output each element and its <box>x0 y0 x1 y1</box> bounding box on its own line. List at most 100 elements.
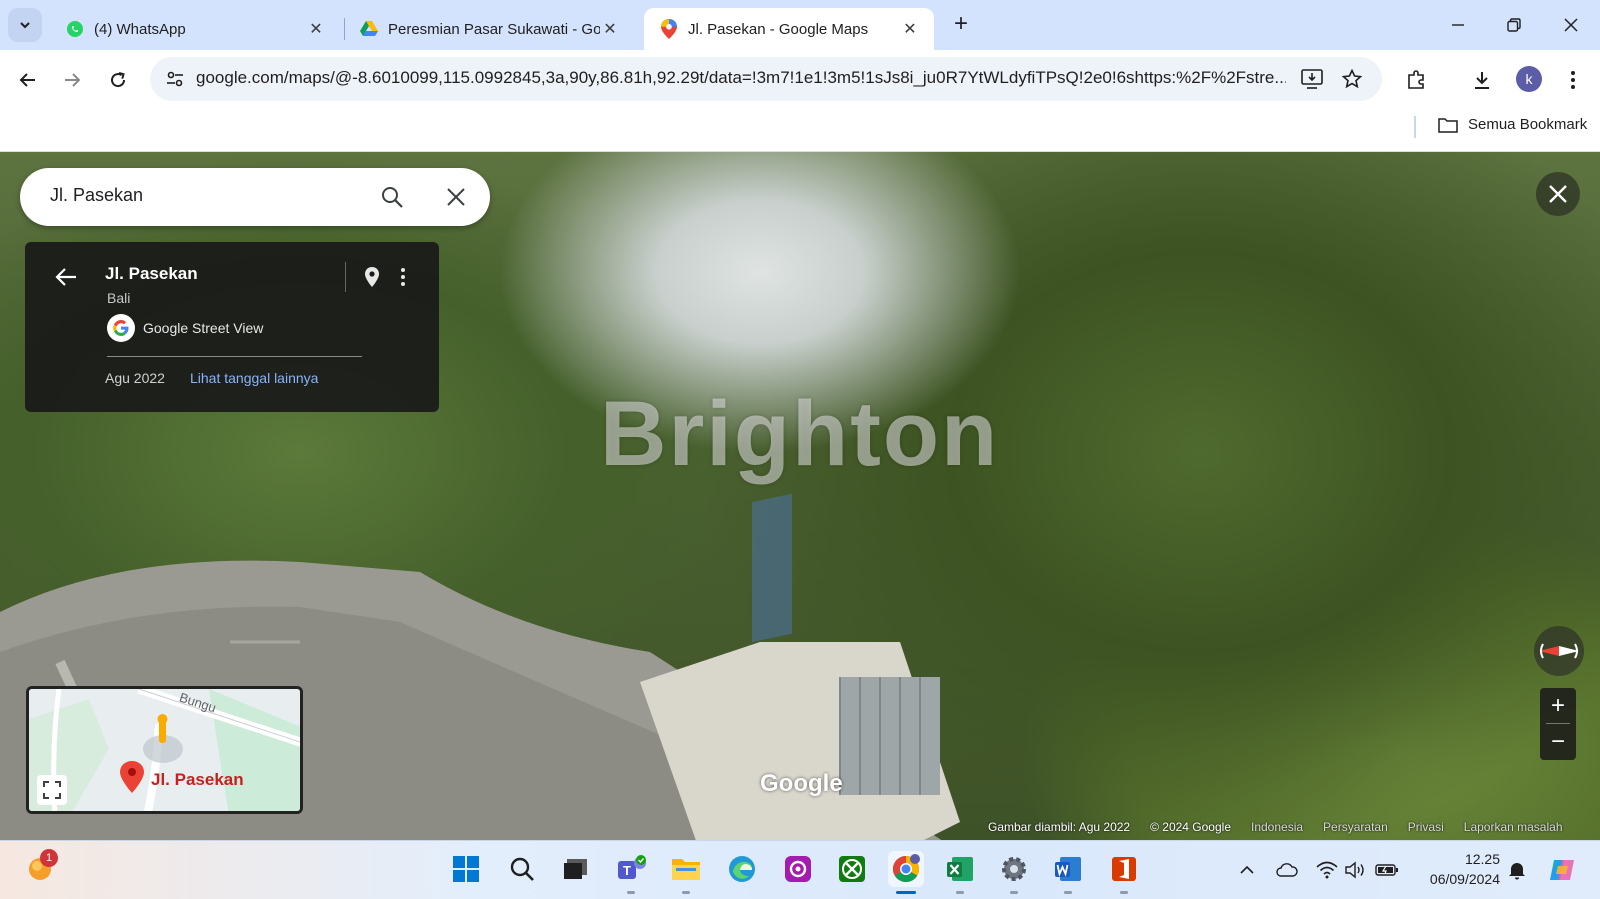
close-icon <box>447 188 465 206</box>
forward-button[interactable] <box>56 64 88 96</box>
back-to-map-button[interactable] <box>51 262 81 292</box>
battery-charging-icon <box>1375 864 1398 876</box>
download-icon <box>1475 72 1489 89</box>
address-bar[interactable]: google.com/maps/@-8.6010099,115.0992845,… <box>150 57 1382 101</box>
tab-title: Peresmian Pasar Sukawati - Goo <box>388 20 600 38</box>
minimize-button[interactable] <box>1443 10 1473 40</box>
edge-app[interactable] <box>724 851 760 887</box>
site-info-button[interactable] <box>160 64 190 94</box>
minimap-roads <box>29 689 300 811</box>
arrow-right-icon <box>65 73 81 87</box>
street-view-panorama[interactable]: Brighton Google Jl. Pasekan Jl. Pasekan … <box>0 152 1600 840</box>
search-input[interactable]: Jl. Pasekan <box>50 185 143 206</box>
browser-toolbar: google.com/maps/@-8.6010099,115.0992845,… <box>0 50 1600 108</box>
show-hidden-icons-button[interactable] <box>1234 857 1260 883</box>
reload-button[interactable] <box>102 64 134 96</box>
network-tray[interactable] <box>1314 857 1340 883</box>
running-indicator <box>627 891 635 894</box>
xbox-app[interactable] <box>834 851 870 887</box>
excel-app[interactable] <box>942 851 978 887</box>
restore-button[interactable] <box>1499 10 1529 40</box>
puzzle-icon <box>1408 70 1424 89</box>
tab-search-button[interactable] <box>8 8 42 42</box>
tab-close-icon[interactable]: ✕ <box>600 19 620 39</box>
svg-text:T: T <box>623 863 631 878</box>
word-icon <box>1055 857 1081 881</box>
show-on-map-button[interactable] <box>357 262 387 292</box>
url-text[interactable]: google.com/maps/@-8.6010099,115.0992845,… <box>196 68 1286 88</box>
google-g-icon <box>107 314 135 342</box>
notification-center-button[interactable] <box>1504 857 1530 883</box>
maps-search-box[interactable]: Jl. Pasekan <box>20 168 490 226</box>
edge-icon <box>729 856 755 882</box>
back-button[interactable] <box>12 64 44 96</box>
windows-logo-icon <box>453 856 479 882</box>
fullscreen-icon <box>43 781 61 799</box>
start-button[interactable] <box>448 851 484 887</box>
zoom-in-button[interactable]: + <box>1540 688 1576 723</box>
minimap-place-label: Jl. Pasekan <box>151 770 244 789</box>
bookmark-star-button[interactable] <box>1338 65 1366 93</box>
excel-icon <box>947 857 973 881</box>
close-street-view-button[interactable] <box>1536 172 1580 216</box>
file-explorer-app[interactable] <box>668 851 704 887</box>
bookmarks-separator <box>1414 116 1416 138</box>
battery-tray[interactable] <box>1374 857 1400 883</box>
zoom-out-button[interactable]: − <box>1540 724 1576 759</box>
compass-icon <box>1539 643 1579 659</box>
install-icon <box>1301 69 1323 89</box>
tab-google-drive[interactable]: Peresmian Pasar Sukawati - Goo ✕ <box>344 8 634 50</box>
tab-close-icon[interactable]: ✕ <box>306 19 326 39</box>
install-app-button[interactable] <box>1298 65 1326 93</box>
all-bookmarks-button[interactable]: Semua Bookmark <box>1438 116 1587 133</box>
close-icon <box>1549 185 1567 203</box>
task-view-button[interactable] <box>558 851 594 887</box>
source-label: Google Street View <box>143 320 264 336</box>
copilot-icon <box>1550 860 1574 880</box>
close-window-button[interactable] <box>1556 10 1586 40</box>
system-clock[interactable]: 12.25 06/09/2024 <box>1418 849 1500 889</box>
reload-icon <box>111 72 126 88</box>
chrome-app[interactable] <box>888 851 924 887</box>
onedrive-tray[interactable] <box>1274 857 1300 883</box>
profile-avatar[interactable]: k <box>1516 66 1542 92</box>
running-indicator <box>1010 891 1018 894</box>
clear-search-button[interactable] <box>441 182 471 212</box>
compass-button[interactable] <box>1534 626 1584 676</box>
tab-title: (4) WhatsApp <box>94 20 186 38</box>
tab-whatsapp[interactable]: (4) WhatsApp ✕ <box>50 8 340 50</box>
arrow-left-icon <box>19 73 35 87</box>
expand-map-button[interactable] <box>37 775 67 805</box>
copilot-button[interactable] <box>1548 855 1578 885</box>
teams-app[interactable]: T <box>614 851 650 887</box>
privacy-link[interactable]: Privasi <box>1408 820 1444 834</box>
card-more-button[interactable] <box>391 262 415 292</box>
extensions-button[interactable] <box>1400 64 1432 96</box>
new-tab-button[interactable]: + <box>948 12 974 38</box>
search-button[interactable] <box>377 182 407 212</box>
volume-tray[interactable] <box>1342 857 1368 883</box>
word-app[interactable] <box>1050 851 1086 887</box>
star-icon <box>1342 69 1362 89</box>
location-pin-icon <box>365 267 379 287</box>
tab-google-maps[interactable]: Jl. Pasekan - Google Maps ✕ <box>644 8 934 50</box>
arrow-left-icon <box>55 268 76 286</box>
tab-strip: (4) WhatsApp ✕ Peresmian Pasar Sukawati … <box>0 0 1600 50</box>
chrome-icon <box>892 854 920 883</box>
region-link[interactable]: Indonesia <box>1251 820 1303 834</box>
camera-app[interactable] <box>780 851 816 887</box>
terms-link[interactable]: Persyaratan <box>1323 820 1388 834</box>
downloads-button[interactable] <box>1466 64 1498 96</box>
folder-icon <box>1438 117 1458 133</box>
report-problem-link[interactable]: Laporkan masalah <box>1464 820 1563 834</box>
card-divider <box>107 356 362 357</box>
more-dates-link[interactable]: Lihat tanggal lainnya <box>190 370 318 386</box>
task-view-icon <box>564 859 587 879</box>
office-app[interactable] <box>1106 851 1142 887</box>
settings-app[interactable] <box>996 851 1032 887</box>
running-indicator <box>682 891 690 894</box>
tab-close-icon[interactable]: ✕ <box>900 19 920 39</box>
taskbar-search-button[interactable] <box>504 851 540 887</box>
minimap[interactable]: Bungu Jl. Pasekan <box>26 686 303 814</box>
browser-menu-button[interactable] <box>1557 64 1589 96</box>
